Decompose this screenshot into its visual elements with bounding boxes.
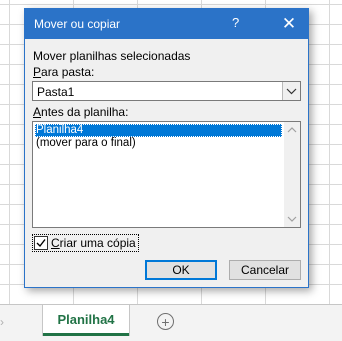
create-copy-label-text: riar uma cópia (59, 236, 136, 250)
listbox-scrollbar[interactable] (284, 122, 300, 227)
to-book-label-text: ara pasta: (41, 65, 95, 79)
sheet-tab-label: Planilha4 (57, 311, 115, 327)
create-copy-checkbox[interactable] (34, 236, 48, 250)
create-copy-accesskey: C (51, 236, 60, 250)
before-sheet-listbox[interactable]: Planilha4 (mover para o final) (32, 121, 301, 228)
list-item[interactable]: (mover para o final) (35, 137, 282, 150)
dialog-title: Mover ou copiar (34, 17, 121, 31)
before-sheet-label: Antes da planilha: (33, 105, 128, 119)
create-copy-option[interactable]: Criar uma cópia (32, 234, 139, 252)
create-copy-label: Criar uma cópia (51, 236, 136, 250)
to-book-label-accesskey: P (33, 65, 42, 79)
add-sheet-icon[interactable]: + (157, 313, 174, 330)
list-item[interactable]: Planilha4 (35, 124, 282, 137)
cancel-button-label: Cancelar (240, 263, 290, 277)
ok-button[interactable]: OK (145, 260, 217, 280)
sheet-tab-planilha4[interactable]: Planilha4 (43, 305, 129, 336)
to-book-select[interactable]: Pasta1 (32, 81, 301, 101)
move-selected-sheets-label: Mover planilhas selecionadas (33, 49, 191, 63)
cancel-button[interactable]: Cancelar (229, 260, 301, 280)
close-button[interactable]: ✕ (277, 12, 301, 36)
ok-button-label: OK (172, 263, 190, 277)
scroll-tabs-arrow-icon[interactable]: › (0, 315, 4, 329)
dialog-title-bar[interactable]: Mover ou copiar ? ✕ (25, 9, 308, 39)
plus-icon: + (161, 313, 170, 330)
chevron-up-icon[interactable] (284, 122, 300, 138)
help-button[interactable]: ? (232, 15, 239, 30)
checkmark-icon (36, 239, 46, 248)
before-sheet-label-text: ntes da planilha: (41, 105, 129, 119)
chevron-down-icon[interactable] (282, 82, 300, 100)
to-book-value: Pasta1 (37, 85, 75, 99)
before-sheet-label-accesskey: A (33, 105, 42, 119)
chevron-down-icon[interactable] (284, 211, 300, 227)
to-book-label: Para pasta: (33, 65, 94, 79)
move-or-copy-dialog: Mover ou copiar ? ✕ Mover planilhas sele… (24, 8, 309, 288)
sheet-tab-bar: › Planilha4 + (0, 304, 342, 341)
